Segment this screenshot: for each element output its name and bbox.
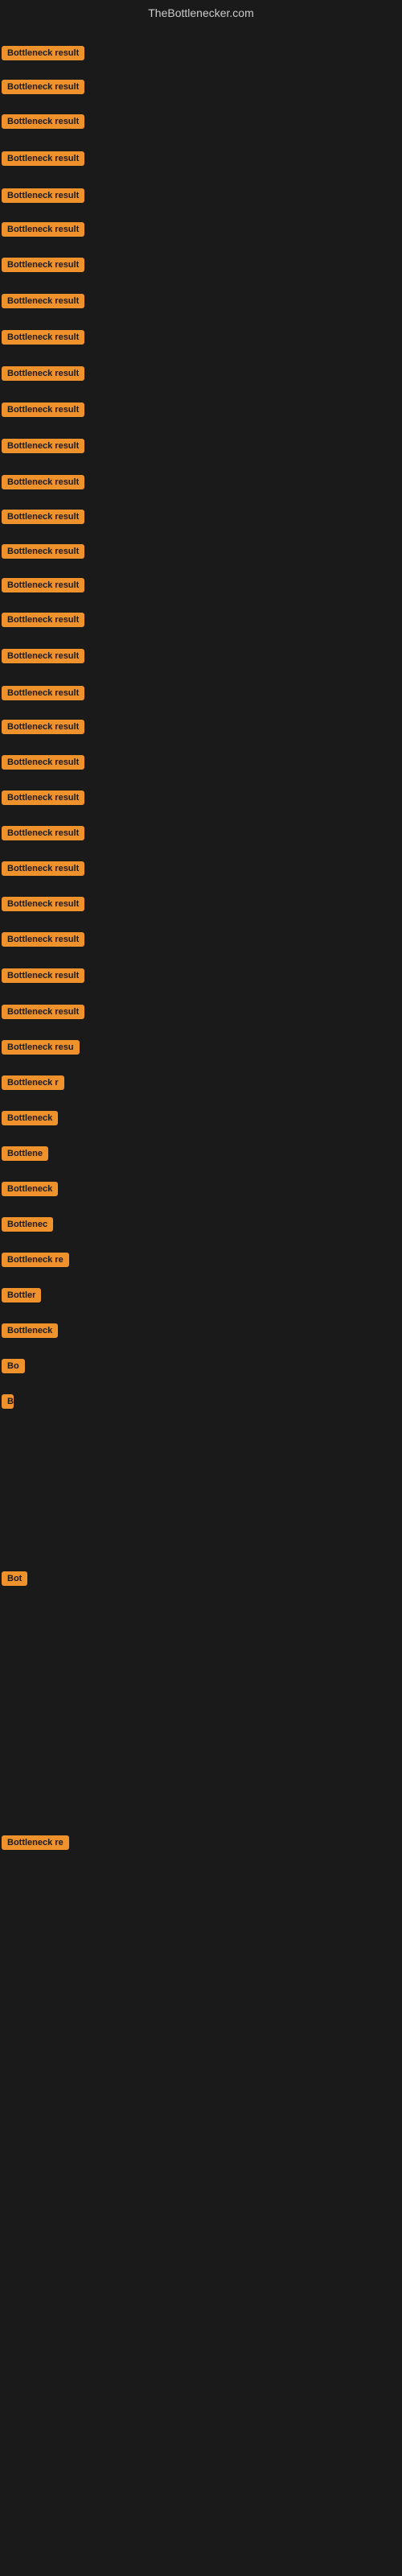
bottleneck-badge-3[interactable]: Bottleneck result	[2, 114, 84, 129]
bottleneck-badge-21[interactable]: Bottleneck result	[2, 755, 84, 770]
bottleneck-badge-38[interactable]: Bo	[2, 1359, 25, 1373]
bottleneck-item-19: Bottleneck result	[2, 686, 84, 704]
bottleneck-badge-39[interactable]: B	[2, 1394, 14, 1409]
bottleneck-item-9: Bottleneck result	[2, 330, 84, 349]
bottleneck-badge-14[interactable]: Bottleneck result	[2, 510, 84, 524]
bottleneck-item-8: Bottleneck result	[2, 294, 84, 312]
bottleneck-badge-5[interactable]: Bottleneck result	[2, 188, 84, 203]
bottleneck-item-18: Bottleneck result	[2, 649, 84, 667]
bottleneck-item-17: Bottleneck result	[2, 613, 84, 631]
bottleneck-item-32: Bottlene	[2, 1146, 48, 1165]
bottleneck-badge-34[interactable]: Bottlenec	[2, 1217, 53, 1232]
bottleneck-badge-27[interactable]: Bottleneck result	[2, 968, 84, 983]
bottleneck-badge-28[interactable]: Bottleneck result	[2, 1005, 84, 1019]
bottleneck-badge-8[interactable]: Bottleneck result	[2, 294, 84, 308]
bottleneck-item-25: Bottleneck result	[2, 897, 84, 915]
bottleneck-badge-19[interactable]: Bottleneck result	[2, 686, 84, 700]
bottleneck-item-37: Bottleneck	[2, 1323, 58, 1342]
bottleneck-badge-4[interactable]: Bottleneck result	[2, 151, 84, 166]
bottleneck-item-27: Bottleneck result	[2, 968, 84, 987]
bottleneck-item-42: Bot	[2, 1571, 27, 1590]
bottleneck-badge-7[interactable]: Bottleneck result	[2, 258, 84, 272]
bottleneck-item-39: B	[2, 1394, 14, 1413]
bottleneck-item-11: Bottleneck result	[2, 402, 84, 421]
bottleneck-badge-37[interactable]: Bottleneck	[2, 1323, 58, 1338]
bottleneck-item-3: Bottleneck result	[2, 114, 84, 133]
bottleneck-badge-32[interactable]: Bottlene	[2, 1146, 48, 1161]
bottleneck-badge-22[interactable]: Bottleneck result	[2, 791, 84, 805]
bottleneck-item-4: Bottleneck result	[2, 151, 84, 170]
site-title: TheBottlenecker.com	[0, 0, 402, 23]
bottleneck-badge-36[interactable]: Bottler	[2, 1288, 41, 1302]
bottleneck-item-6: Bottleneck result	[2, 222, 84, 241]
bottleneck-item-45: Bottleneck re	[2, 1835, 69, 1854]
bottleneck-item-28: Bottleneck result	[2, 1005, 84, 1023]
bottleneck-item-24: Bottleneck result	[2, 861, 84, 880]
bottleneck-badge-18[interactable]: Bottleneck result	[2, 649, 84, 663]
bottleneck-badge-10[interactable]: Bottleneck result	[2, 366, 84, 381]
bottleneck-badge-24[interactable]: Bottleneck result	[2, 861, 84, 876]
bottleneck-badge-13[interactable]: Bottleneck result	[2, 475, 84, 489]
bottleneck-badge-31[interactable]: Bottleneck	[2, 1111, 58, 1125]
bottleneck-item-16: Bottleneck result	[2, 578, 84, 597]
bottleneck-badge-11[interactable]: Bottleneck result	[2, 402, 84, 417]
bottleneck-badge-17[interactable]: Bottleneck result	[2, 613, 84, 627]
bottleneck-badge-42[interactable]: Bot	[2, 1571, 27, 1586]
bottleneck-badge-16[interactable]: Bottleneck result	[2, 578, 84, 592]
bottleneck-badge-9[interactable]: Bottleneck result	[2, 330, 84, 345]
bottleneck-item-36: Bottler	[2, 1288, 41, 1307]
bottleneck-badge-23[interactable]: Bottleneck result	[2, 826, 84, 840]
bottleneck-badge-26[interactable]: Bottleneck result	[2, 932, 84, 947]
bottleneck-item-7: Bottleneck result	[2, 258, 84, 276]
bottleneck-item-1: Bottleneck result	[2, 46, 84, 64]
bottleneck-item-2: Bottleneck result	[2, 80, 84, 98]
bottleneck-item-30: Bottleneck r	[2, 1075, 64, 1094]
bottleneck-item-5: Bottleneck result	[2, 188, 84, 207]
bottleneck-badge-6[interactable]: Bottleneck result	[2, 222, 84, 237]
bottleneck-item-29: Bottleneck resu	[2, 1040, 80, 1059]
bottleneck-badge-20[interactable]: Bottleneck result	[2, 720, 84, 734]
site-header: TheBottlenecker.com	[0, 0, 402, 23]
bottleneck-item-35: Bottleneck re	[2, 1253, 69, 1271]
bottleneck-item-31: Bottleneck	[2, 1111, 58, 1129]
bottleneck-item-33: Bottleneck	[2, 1182, 58, 1200]
bottleneck-badge-45[interactable]: Bottleneck re	[2, 1835, 69, 1850]
bottleneck-item-10: Bottleneck result	[2, 366, 84, 385]
bottleneck-item-14: Bottleneck result	[2, 510, 84, 528]
bottleneck-badge-29[interactable]: Bottleneck resu	[2, 1040, 80, 1055]
bottleneck-badge-33[interactable]: Bottleneck	[2, 1182, 58, 1196]
bottleneck-item-38: Bo	[2, 1359, 25, 1377]
bottleneck-item-21: Bottleneck result	[2, 755, 84, 774]
bottleneck-item-12: Bottleneck result	[2, 439, 84, 457]
bottleneck-badge-2[interactable]: Bottleneck result	[2, 80, 84, 94]
bottleneck-badge-25[interactable]: Bottleneck result	[2, 897, 84, 911]
bottleneck-item-26: Bottleneck result	[2, 932, 84, 951]
bottleneck-item-34: Bottlenec	[2, 1217, 53, 1236]
bottleneck-item-13: Bottleneck result	[2, 475, 84, 493]
bottleneck-badge-35[interactable]: Bottleneck re	[2, 1253, 69, 1267]
bottleneck-item-15: Bottleneck result	[2, 544, 84, 563]
bottleneck-item-20: Bottleneck result	[2, 720, 84, 738]
bottleneck-badge-12[interactable]: Bottleneck result	[2, 439, 84, 453]
bottleneck-item-22: Bottleneck result	[2, 791, 84, 809]
bottleneck-badge-1[interactable]: Bottleneck result	[2, 46, 84, 60]
bottleneck-badge-15[interactable]: Bottleneck result	[2, 544, 84, 559]
bottleneck-badge-30[interactable]: Bottleneck r	[2, 1075, 64, 1090]
bottleneck-item-23: Bottleneck result	[2, 826, 84, 844]
